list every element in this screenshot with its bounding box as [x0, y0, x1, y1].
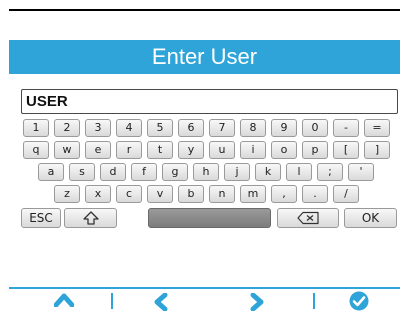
keyboard-row-qwerty: q w e r t y u i o p [ ] — [21, 141, 398, 159]
keyboard-row-bottom-letters: z x c v b n m , . / — [21, 185, 398, 203]
key-t[interactable]: t — [147, 141, 173, 159]
chevron-left-icon — [154, 293, 168, 311]
key-h[interactable]: h — [193, 163, 219, 181]
key-f[interactable]: f — [131, 163, 157, 181]
chevron-right-icon — [250, 293, 264, 311]
key-0[interactable]: 0 — [302, 119, 328, 137]
key-l[interactable]: l — [286, 163, 312, 181]
shift-arrow-icon — [82, 211, 99, 225]
key-apostrophe[interactable]: ' — [348, 163, 374, 181]
key-n[interactable]: n — [209, 185, 235, 203]
key-m[interactable]: m — [240, 185, 266, 203]
checkmark-circle-icon — [349, 291, 369, 311]
key-k[interactable]: k — [255, 163, 281, 181]
key-4[interactable]: 4 — [116, 119, 142, 137]
key-r[interactable]: r — [116, 141, 142, 159]
key-minus[interactable]: - — [333, 119, 359, 137]
nav-separator — [111, 293, 113, 309]
backspace-key[interactable] — [277, 208, 339, 228]
ok-key[interactable]: OK — [344, 208, 397, 228]
key-v[interactable]: v — [147, 185, 173, 203]
key-period[interactable]: . — [302, 185, 328, 203]
key-6[interactable]: 6 — [178, 119, 204, 137]
nav-up-button[interactable] — [54, 293, 74, 311]
key-semicolon[interactable]: ; — [317, 163, 343, 181]
user-input-value: USER — [26, 93, 68, 110]
key-8[interactable]: 8 — [240, 119, 266, 137]
on-screen-keyboard: 1 2 3 4 5 6 7 8 9 0 - = q w e r t y u i … — [21, 119, 398, 251]
chevron-up-icon — [54, 293, 74, 307]
key-i[interactable]: i — [240, 141, 266, 159]
key-s[interactable]: s — [69, 163, 95, 181]
key-3[interactable]: 3 — [85, 119, 111, 137]
key-q[interactable]: q — [23, 141, 49, 159]
key-j[interactable]: j — [224, 163, 250, 181]
key-y[interactable]: y — [178, 141, 204, 159]
user-input-field[interactable]: USER — [21, 89, 398, 114]
dialog-title: Enter User — [151, 44, 258, 69]
nav-right-button[interactable] — [250, 293, 264, 311]
key-c[interactable]: c — [116, 185, 142, 203]
key-g[interactable]: g — [162, 163, 188, 181]
bottom-nav-bar — [9, 287, 400, 311]
top-divider — [9, 9, 400, 11]
key-a[interactable]: a — [38, 163, 64, 181]
key-9[interactable]: 9 — [271, 119, 297, 137]
nav-divider — [9, 287, 400, 289]
key-w[interactable]: w — [54, 141, 80, 159]
key-d[interactable]: d — [100, 163, 126, 181]
shift-key[interactable] — [64, 208, 117, 228]
key-right-bracket[interactable]: ] — [364, 141, 390, 159]
keyboard-row-numbers: 1 2 3 4 5 6 7 8 9 0 - = — [21, 119, 398, 137]
nav-left-button[interactable] — [154, 293, 168, 311]
key-p[interactable]: p — [302, 141, 328, 159]
key-b[interactable]: b — [178, 185, 204, 203]
key-x[interactable]: x — [85, 185, 111, 203]
key-slash[interactable]: / — [333, 185, 359, 203]
nav-separator — [313, 293, 315, 309]
key-1[interactable]: 1 — [23, 119, 49, 137]
esc-key[interactable]: ESC — [21, 208, 61, 228]
key-2[interactable]: 2 — [54, 119, 80, 137]
dialog-title-bar: Enter User — [9, 40, 400, 74]
key-z[interactable]: z — [54, 185, 80, 203]
keyboard-row-home: a s d f g h j k l ; ' — [21, 163, 398, 181]
key-equals[interactable]: = — [364, 119, 390, 137]
key-7[interactable]: 7 — [209, 119, 235, 137]
key-comma[interactable]: , — [271, 185, 297, 203]
key-e[interactable]: e — [85, 141, 111, 159]
key-u[interactable]: u — [209, 141, 235, 159]
backspace-icon — [297, 211, 319, 225]
space-key[interactable] — [148, 208, 271, 228]
keyboard-row-controls: ESC OK — [21, 208, 398, 228]
key-o[interactable]: o — [271, 141, 297, 159]
key-5[interactable]: 5 — [147, 119, 173, 137]
key-left-bracket[interactable]: [ — [333, 141, 359, 159]
nav-confirm-button[interactable] — [349, 291, 369, 311]
